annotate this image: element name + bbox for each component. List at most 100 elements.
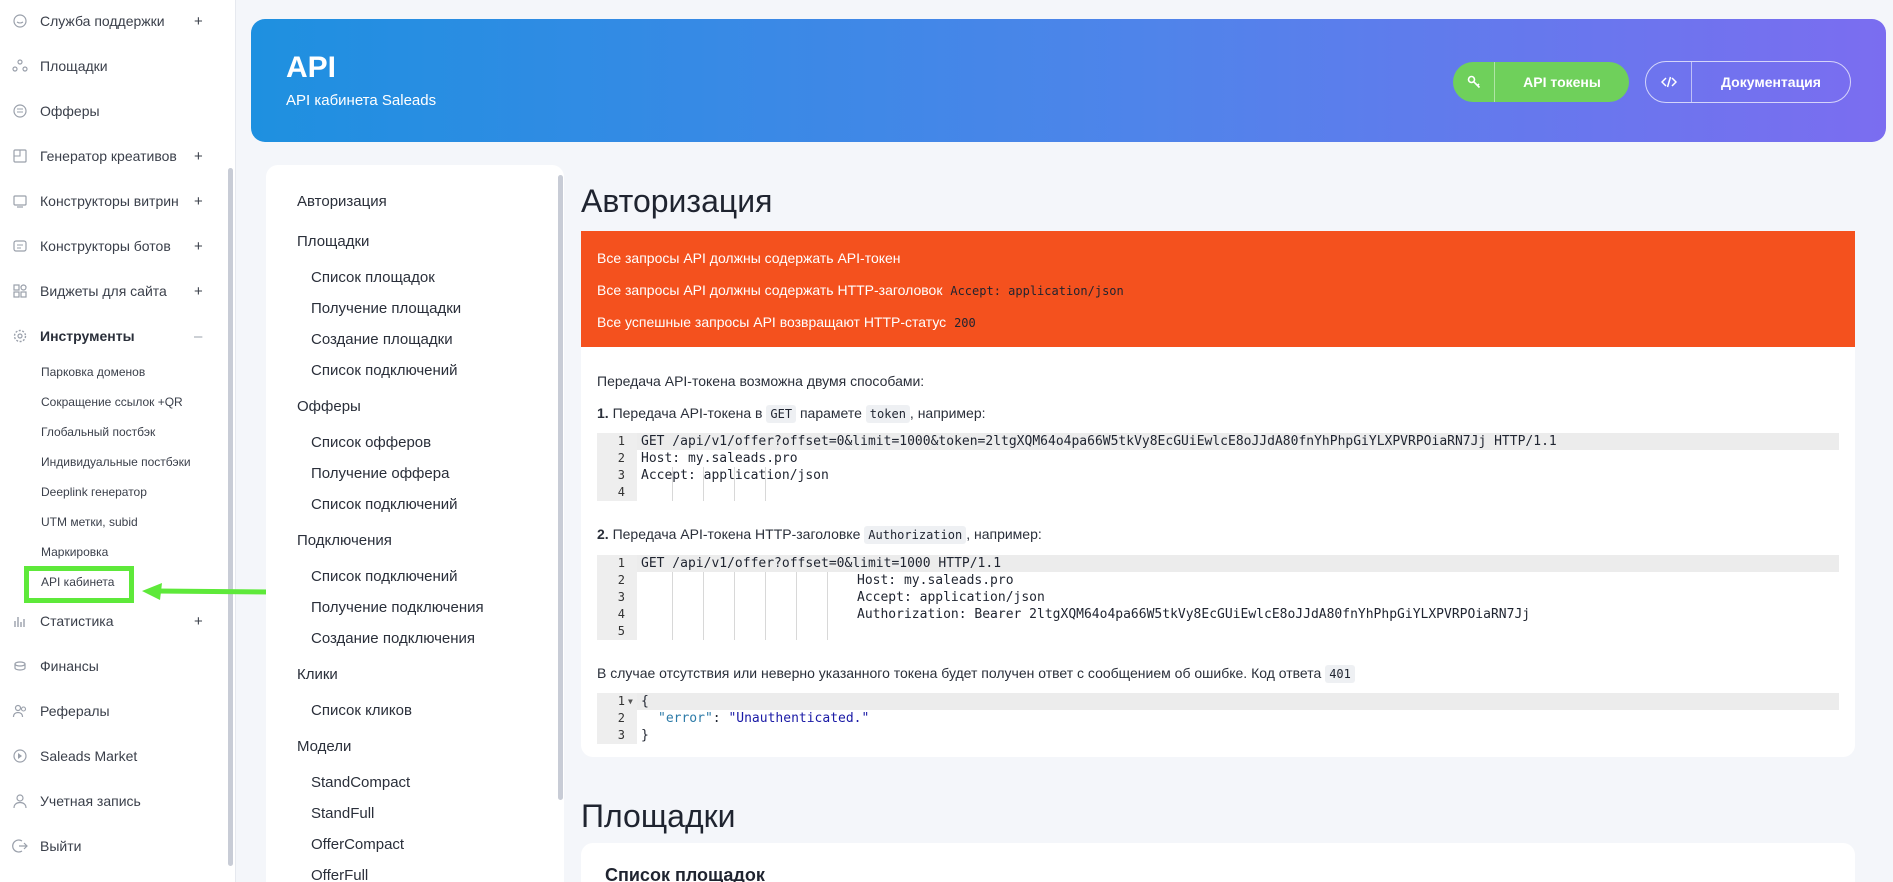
code-line: 4 Authorization: Bearer 2ltgXQM64o4pa66W5… [597,606,1839,623]
json-value: "Unauthenticated." [728,711,870,726]
sidebar-item-logout[interactable]: Выйти [0,831,230,861]
toc-section-offers[interactable]: Офферы [297,398,361,415]
expand-icon[interactable]: + [194,283,203,300]
code-block-2[interactable]: 1 GET /api/v1/offer?offset=0&limit=1000 H… [597,555,1839,640]
sidebar-item-widgets[interactable]: Виджеты для сайта + [0,276,230,306]
sidebar-subitem-deeplink[interactable]: Deeplink генератор [41,485,147,499]
section-heading-platforms: Площадки [581,798,736,834]
sidebar-item-finance[interactable]: Финансы [0,651,230,681]
sidebar-subitem-individual-postbacks[interactable]: Индивидуальные постбэки [41,455,191,469]
bot-icon [12,238,28,254]
toc-item[interactable]: OfferCompact [311,836,404,853]
sidebar-item-referrals[interactable]: Рефералы [0,696,230,726]
code-text: GET /api/v1/offer?offset=0&limit=1000&to… [641,434,1557,449]
expand-icon[interactable]: + [194,193,203,210]
toc-item[interactable]: Список подключений [311,362,458,379]
toc-item[interactable]: Создание подключения [311,630,475,647]
method1-text: 1. Передача API-токена в GET парамете to… [597,405,986,423]
expand-icon[interactable]: + [194,238,203,255]
sidebar-subitem-marking[interactable]: Маркировка [41,545,108,559]
sidebar-item-showcases[interactable]: Конструкторы витрин + [0,186,230,216]
toc-item[interactable]: StandCompact [311,774,410,791]
sidebar-scrollbar[interactable] [228,168,233,866]
toc-item[interactable]: Список подключений [311,568,458,585]
toc-section-connections[interactable]: Подключения [297,532,392,549]
offers-icon [12,103,28,119]
api-tokens-label: API токены [1523,74,1601,90]
showcase-icon [12,193,28,209]
line-number: 5 [617,624,625,638]
sidebar-item-label: Финансы [40,658,99,674]
toc-section-models[interactable]: Модели [297,738,351,755]
toc-item[interactable]: Список площадок [311,269,435,286]
code-line: 1 GET /api/v1/offer?offset=0&limit=1000&t… [597,433,1839,450]
sidebar-item-market[interactable]: Saleads Market [0,741,230,771]
collapse-icon[interactable]: – [194,328,202,345]
toc-item[interactable]: Получение оффера [311,465,449,482]
toc-item[interactable]: Список подключений [311,496,458,513]
code-line: 3} [597,727,1839,744]
expand-icon[interactable]: + [194,613,203,630]
sidebar-item-sites[interactable]: Площадки [0,51,230,81]
toc-section-auth[interactable]: Авторизация [297,193,387,210]
toc-item[interactable]: StandFull [311,805,374,822]
fold-icon[interactable]: ▼ [628,693,633,710]
toc-item[interactable]: Получение площадки [311,300,461,317]
sidebar-item-label: Генератор креативов [40,148,177,164]
line-number: 3 [617,468,625,482]
gear-icon [12,328,28,344]
inline-code: GET [766,405,797,423]
api-tokens-button[interactable]: API токены [1453,62,1629,102]
sidebar-subitem-link-shortener[interactable]: Сокращение ссылок +QR [41,395,183,409]
method2-text: 2. Передача API-токена HTTP-заголовке Au… [597,526,1042,544]
line-number: 2 [617,451,625,465]
sidebar-subitem-utm[interactable]: UTM метки, subid [41,515,138,529]
code-text: "error": "Unauthenticated." [658,710,869,727]
toc-section-clicks[interactable]: Клики [297,666,338,683]
widget-icon [12,283,28,299]
stats-icon [12,613,28,629]
sidebar-item-label: Статистика [40,613,114,629]
documentation-button[interactable]: Документация [1645,61,1851,103]
expand-icon[interactable]: + [194,148,203,165]
text: В случае отсутствия или неверно указанно… [597,665,1322,681]
referrals-icon [12,703,28,719]
toc-scrollbar[interactable] [558,175,563,800]
toc-item[interactable]: Создание площадки [311,331,453,348]
inline-code: Accept: application/json [950,284,1124,298]
expand-icon[interactable]: + [194,13,203,30]
code-line: 2 Host: my.saleads.pro [597,572,1839,589]
toc-item[interactable]: Список кликов [311,702,412,719]
sidebar-subitem-domain-parking[interactable]: Парковка доменов [41,365,145,379]
sidebar-item-bots[interactable]: Конструкторы ботов + [0,231,230,261]
sidebar-item-label: Служба поддержки [40,13,165,29]
alert-line: Все запросы API должны содержать API-ток… [597,250,901,266]
page-header: API API кабинета Saleads API токены Доку… [251,19,1886,142]
code-text: { [641,694,649,709]
toc-section-sites[interactable]: Площадки [297,233,369,250]
page-subtitle: API кабинета Saleads [286,92,437,109]
card-title: Список площадок [605,865,765,882]
indent-guide [734,572,735,640]
text: Передача API-токена в [608,405,767,421]
toc-item[interactable]: Получение подключения [311,599,484,616]
toc-item[interactable]: Список офферов [311,434,431,451]
arrow-icon [142,583,273,600]
platforms-card: Список площадок [581,843,1855,882]
sidebar-subitem-global-postback[interactable]: Глобальный постбэк [41,425,155,439]
code-block-1[interactable]: 1 GET /api/v1/offer?offset=0&limit=1000&t… [597,433,1839,501]
sidebar-item-account[interactable]: Учетная запись [0,786,230,816]
text: , например: [966,526,1042,542]
sidebar-item-stats[interactable]: Статистика + [0,606,230,636]
sidebar-item-tools[interactable]: Инструменты – [0,321,230,351]
toc-item[interactable]: OfferFull [311,867,368,882]
sidebar-item-support[interactable]: Служба поддержки + [0,6,230,36]
code-line: 4 [597,484,1839,501]
sidebar-item-creatives[interactable]: Генератор креативов + [0,141,230,171]
sidebar-item-offers[interactable]: Офферы [0,96,230,126]
error-text: В случае отсутствия или неверно указанно… [597,665,1355,683]
code-block-3[interactable]: 1 ▼ { 2 "error": "Unauthenticated." 3} [597,693,1839,744]
indent-guide [672,467,673,501]
sidebar-item-label: Офферы [40,103,100,119]
table-of-contents: Авторизация Площадки Список площадок Пол… [266,165,564,882]
